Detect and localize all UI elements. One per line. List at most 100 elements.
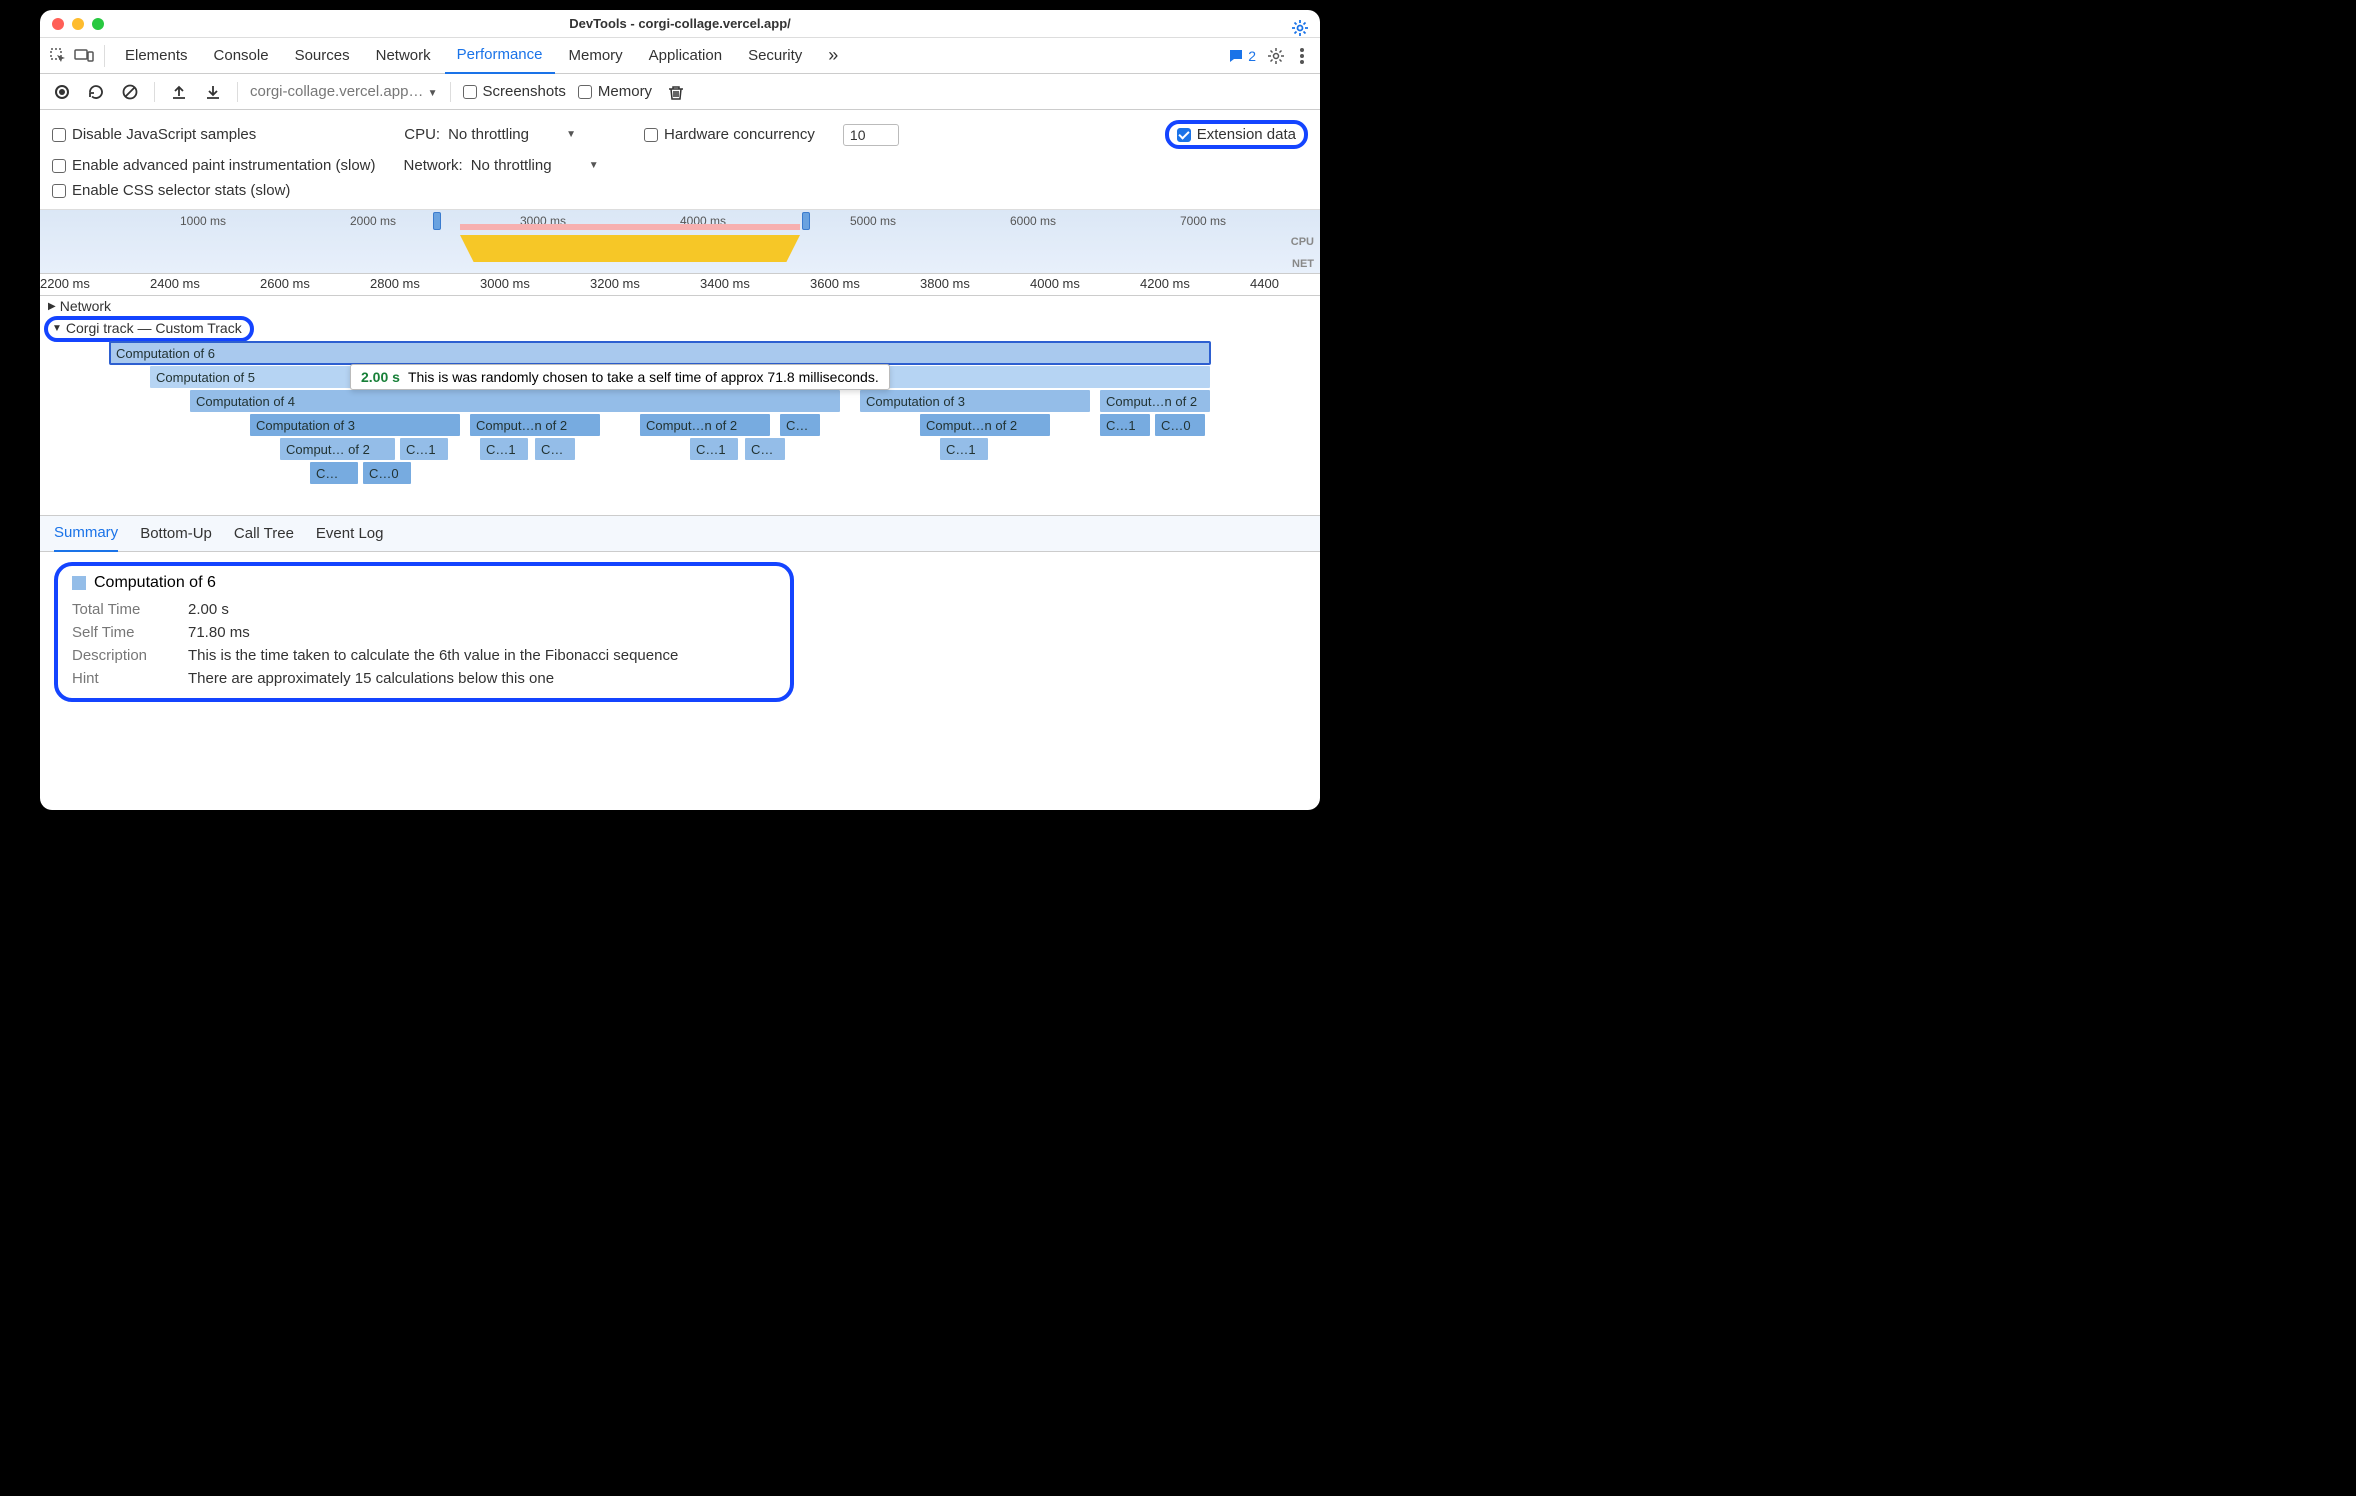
memory-checkbox[interactable]: Memory [578, 83, 652, 100]
flame-bar[interactable]: C…1 [940, 438, 988, 460]
flame-bar[interactable]: C… [535, 438, 575, 460]
tab-performance[interactable]: Performance [445, 38, 555, 74]
inspect-icon[interactable] [46, 44, 70, 68]
summary-title: Computation of 6 [94, 574, 216, 592]
flame-bar[interactable]: Comput…n of 2 [1100, 390, 1210, 412]
flame-bar[interactable]: Comput…n of 2 [920, 414, 1050, 436]
disable-js-label: Disable JavaScript samples [72, 126, 256, 143]
extension-data-highlight: Extension data [1165, 120, 1308, 149]
network-track-header[interactable]: ▶Network [40, 296, 1320, 316]
flame-bar[interactable]: C…1 [690, 438, 738, 460]
record-button[interactable] [50, 80, 74, 104]
flame-chart[interactable]: Computation of 6 Computation of 5 Comput… [100, 342, 1320, 512]
ruler-tick: 2400 ms [150, 276, 200, 291]
hint-key: Hint [72, 670, 172, 687]
reload-record-button[interactable] [84, 80, 108, 104]
devtools-window: DevTools - corgi-collage.vercel.app/ Ele… [40, 10, 1320, 810]
flame-bar[interactable]: C…1 [1100, 414, 1150, 436]
flame-bar[interactable]: C…0 [1155, 414, 1205, 436]
ruler-tick: 3600 ms [810, 276, 860, 291]
tab-elements[interactable]: Elements [113, 38, 200, 74]
custom-track-label: Corgi track — Custom Track [66, 320, 242, 336]
flame-bar[interactable]: Comput…n of 2 [640, 414, 770, 436]
flame-bar[interactable]: Computation of 4 [190, 390, 840, 412]
gc-icon[interactable] [664, 80, 688, 104]
device-icon[interactable] [72, 44, 96, 68]
tab-memory[interactable]: Memory [557, 38, 635, 74]
detail-tab-bottom-up[interactable]: Bottom-Up [140, 516, 212, 552]
ruler-tick: 3800 ms [920, 276, 970, 291]
ruler-tick: 2800 ms [370, 276, 420, 291]
cpu-select[interactable]: No throttling [448, 126, 558, 143]
network-select[interactable]: No throttling [471, 157, 581, 174]
overview-cpu-label: CPU [1291, 236, 1314, 248]
disable-js-checkbox[interactable]: Disable JavaScript samples [52, 126, 256, 143]
flame-bar[interactable]: Computation of 3 [860, 390, 1090, 412]
capture-settings-icon[interactable] [1288, 16, 1312, 40]
overview-net-label: NET [1292, 258, 1314, 270]
ruler-tick: 2600 ms [260, 276, 310, 291]
settings-icon[interactable] [1264, 44, 1288, 68]
flame-bar[interactable]: C… [745, 438, 785, 460]
flame-tooltip: 2.00 sThis is was randomly chosen to tak… [350, 364, 890, 390]
custom-track-header[interactable]: ▼Corgi track — Custom Track [52, 320, 242, 336]
network-label: Network: [404, 157, 463, 174]
timeline-overview[interactable]: 1000 ms 2000 ms 3000 ms 4000 ms 5000 ms … [40, 210, 1320, 274]
flame-bar[interactable]: Comput… of 2 [280, 438, 395, 460]
screenshots-checkbox[interactable]: Screenshots [463, 83, 566, 100]
detail-tabs: Summary Bottom-Up Call Tree Event Log [40, 516, 1320, 552]
ruler-tick: 4400 [1250, 276, 1279, 291]
overview-tick: 7000 ms [1180, 214, 1226, 228]
ruler-tick: 3200 ms [590, 276, 640, 291]
flame-bar[interactable]: C…1 [400, 438, 448, 460]
tab-network[interactable]: Network [364, 38, 443, 74]
hw-concurrency-input[interactable]: 10 [843, 124, 899, 146]
summary-highlight: Computation of 6 Total Time 2.00 s Self T… [54, 562, 794, 702]
target-label: corgi-collage.vercel.app… [250, 83, 423, 100]
cpu-label: CPU: [404, 126, 440, 143]
overview-tick: 1000 ms [180, 214, 226, 228]
ruler-tick: 4000 ms [1030, 276, 1080, 291]
flame-bar[interactable]: Comput…n of 2 [470, 414, 600, 436]
messages-count: 2 [1248, 48, 1256, 64]
ruler-tick: 3000 ms [480, 276, 530, 291]
total-time-key: Total Time [72, 601, 172, 618]
main-tabs: Elements Console Sources Network Perform… [40, 38, 1320, 74]
target-dropdown[interactable]: corgi-collage.vercel.app… ▼ [250, 83, 438, 100]
description-key: Description [72, 647, 172, 664]
hw-concurrency-checkbox[interactable]: Hardware concurrency [644, 126, 815, 143]
upload-icon[interactable] [167, 80, 191, 104]
tab-security[interactable]: Security [736, 38, 814, 74]
detail-tab-call-tree[interactable]: Call Tree [234, 516, 294, 552]
more-tabs-button[interactable]: » [816, 38, 850, 74]
flame-bar[interactable]: C… [780, 414, 820, 436]
flame-bar[interactable]: C…1 [480, 438, 528, 460]
messages-badge[interactable]: 2 [1222, 48, 1262, 64]
flame-bar[interactable]: Computation of 3 [250, 414, 460, 436]
overview-handle-left[interactable] [433, 212, 441, 230]
detail-tab-summary[interactable]: Summary [54, 516, 118, 552]
summary-panel: Computation of 6 Total Time 2.00 s Self T… [40, 552, 1320, 712]
extension-data-checkbox[interactable]: Extension data [1177, 126, 1296, 143]
tracks-panel: ▶Network ▼Corgi track — Custom Track Com… [40, 296, 1320, 516]
tab-sources[interactable]: Sources [283, 38, 362, 74]
flame-bar-selected[interactable]: Computation of 6 [110, 342, 1210, 364]
tab-console[interactable]: Console [202, 38, 281, 74]
total-time-value: 2.00 s [188, 601, 229, 618]
kebab-icon[interactable] [1290, 44, 1314, 68]
ruler-tick: 2200 ms [40, 276, 90, 291]
clear-button[interactable] [118, 80, 142, 104]
extension-data-label: Extension data [1197, 126, 1296, 143]
hint-value: There are approximately 15 calculations … [188, 670, 554, 687]
detail-tab-event-log[interactable]: Event Log [316, 516, 384, 552]
tab-application[interactable]: Application [637, 38, 734, 74]
overview-handle-right[interactable] [802, 212, 810, 230]
paint-instr-checkbox[interactable]: Enable advanced paint instrumentation (s… [52, 157, 376, 174]
flame-bar[interactable]: C…0 [363, 462, 411, 484]
self-time-value: 71.80 ms [188, 624, 250, 641]
hw-concurrency-label: Hardware concurrency [664, 126, 815, 143]
download-icon[interactable] [201, 80, 225, 104]
flame-bar[interactable]: C… [310, 462, 358, 484]
self-time-key: Self Time [72, 624, 172, 641]
css-stats-checkbox[interactable]: Enable CSS selector stats (slow) [52, 182, 290, 199]
